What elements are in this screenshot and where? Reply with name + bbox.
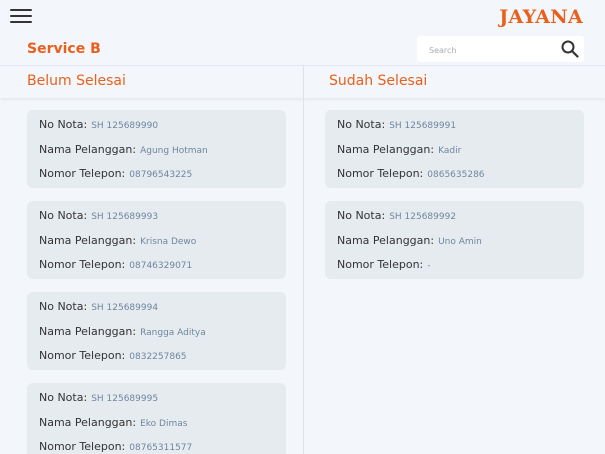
telp-row: Nomor Telepon: 08796543225 — [39, 167, 192, 180]
telp-row: Nomor Telepon: 0865635286 — [337, 167, 485, 180]
telp-label: Nomor Telepon: — [337, 258, 424, 271]
telp-label: Nomor Telepon: — [39, 349, 126, 362]
telp-value: 0865635286 — [427, 170, 485, 180]
service-card[interactable]: No Nota: SH 125689991 Nama Pelanggan: Kadi… — [325, 110, 584, 188]
nota-label: No Nota: — [39, 118, 88, 131]
telp-row: Nomor Telepon: 08746329071 — [39, 258, 192, 271]
brand-logo: JAYANA — [499, 6, 583, 28]
telp-value: 08765311577 — [129, 443, 193, 453]
nama-label: Nama Pelanggan: — [337, 143, 435, 156]
service-card[interactable]: No Nota: SH 125689995 Nama Pelanggan: Eko … — [27, 383, 286, 454]
column-header-belum-selesai: Belum Selesai — [0, 66, 303, 98]
nama-value: Agung Hotman — [140, 146, 208, 156]
nota-value: SH 125689990 — [91, 121, 159, 131]
nama-label: Nama Pelanggan: — [39, 143, 137, 156]
nota-value: SH 125689995 — [91, 394, 159, 404]
nota-label: No Nota: — [337, 209, 386, 222]
nama-value: Rangga Aditya — [140, 328, 206, 338]
nama-row: Nama Pelanggan: Krisna Dewo — [39, 234, 196, 247]
nama-row: Nama Pelanggan: Uno Amin — [337, 234, 482, 247]
telp-label: Nomor Telepon: — [39, 258, 126, 271]
nota-value: SH 125689994 — [91, 303, 159, 313]
telp-value: 0832257865 — [129, 352, 187, 362]
column-title: Sudah Selesai — [329, 73, 428, 89]
nota-row: No Nota: SH 125689995 — [39, 391, 158, 404]
nota-row: No Nota: SH 125689993 — [39, 209, 158, 222]
nama-row: Nama Pelanggan: Eko Dimas — [39, 416, 187, 429]
nota-row: No Nota: SH 125689991 — [337, 118, 456, 131]
nama-value: Kadir — [438, 146, 462, 156]
nota-value: SH 125689993 — [91, 212, 159, 222]
nama-value: Eko Dimas — [140, 419, 188, 429]
telp-value: 08746329071 — [129, 261, 193, 271]
service-card[interactable]: No Nota: SH 125689993 Nama Pelanggan: Kris… — [27, 201, 286, 279]
nota-label: No Nota: — [337, 118, 386, 131]
telp-value: 08796543225 — [129, 170, 193, 180]
column-divider — [303, 66, 304, 454]
nota-value: SH 125689991 — [389, 121, 457, 131]
telp-row: Nomor Telepon: 0832257865 — [39, 349, 187, 362]
telp-label: Nomor Telepon: — [39, 440, 126, 453]
nama-row: Nama Pelanggan: Kadir — [337, 143, 461, 156]
column-title: Belum Selesai — [27, 73, 126, 89]
telp-row: Nomor Telepon: - — [337, 258, 431, 271]
nota-row: No Nota: SH 125689992 — [337, 209, 456, 222]
hamburger-menu-icon[interactable] — [10, 5, 32, 27]
nota-row: No Nota: SH 125689994 — [39, 300, 158, 313]
column-header-sudah-selesai: Sudah Selesai — [304, 66, 605, 98]
nama-label: Nama Pelanggan: — [39, 325, 137, 338]
page-title: Service B — [27, 41, 101, 57]
nama-value: Krisna Dewo — [140, 237, 197, 247]
nama-label: Nama Pelanggan: — [337, 234, 435, 247]
telp-label: Nomor Telepon: — [337, 167, 424, 180]
nama-row: Nama Pelanggan: Rangga Aditya — [39, 325, 206, 338]
search-input[interactable] — [427, 40, 551, 60]
nama-value: Uno Amin — [438, 237, 482, 247]
search-box — [417, 36, 584, 62]
sub-header: Service B — [0, 33, 605, 66]
nota-label: No Nota: — [39, 391, 88, 404]
nama-label: Nama Pelanggan: — [39, 416, 137, 429]
nota-label: No Nota: — [39, 209, 88, 222]
nama-label: Nama Pelanggan: — [39, 234, 137, 247]
service-card[interactable]: No Nota: SH 125689994 Nama Pelanggan: Rang… — [27, 292, 286, 370]
top-bar: JAYANA — [0, 0, 605, 34]
telp-row: Nomor Telepon: 08765311577 — [39, 440, 192, 453]
service-card[interactable]: No Nota: SH 125689990 Nama Pelanggan: Agun… — [27, 110, 286, 188]
nota-label: No Nota: — [39, 300, 88, 313]
nota-row: No Nota: SH 125689990 — [39, 118, 158, 131]
service-card[interactable]: No Nota: SH 125689992 Nama Pelanggan: Uno … — [325, 201, 584, 279]
telp-label: Nomor Telepon: — [39, 167, 126, 180]
search-icon[interactable] — [561, 40, 579, 58]
nota-value: SH 125689992 — [389, 212, 457, 222]
telp-value: - — [427, 261, 431, 271]
nama-row: Nama Pelanggan: Agung Hotman — [39, 143, 208, 156]
